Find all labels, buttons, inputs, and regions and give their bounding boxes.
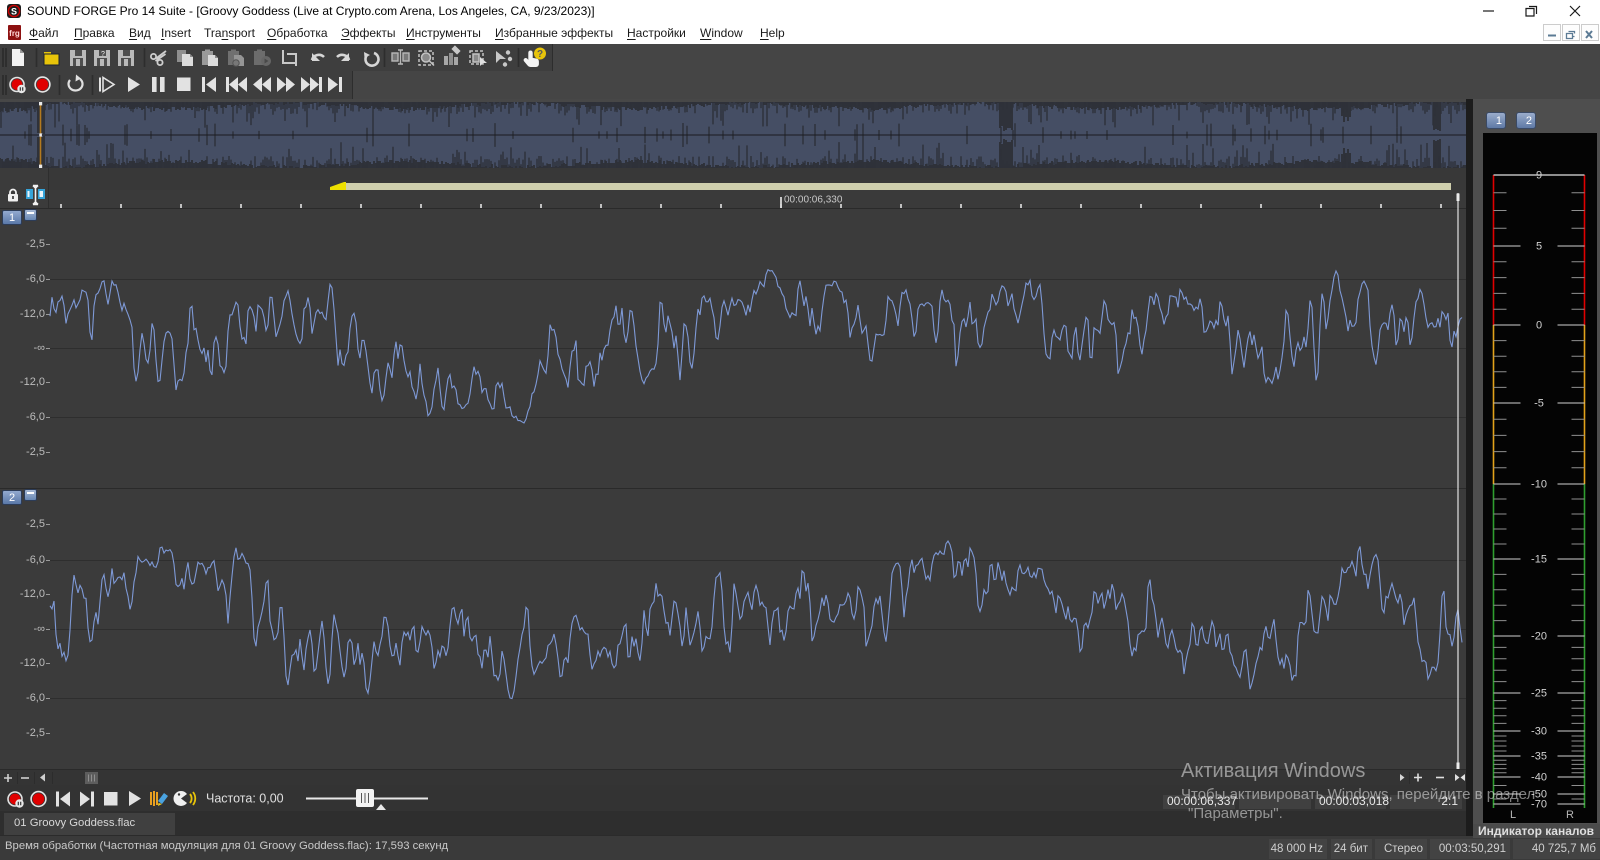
svg-text:-25: -25 xyxy=(1531,688,1547,700)
svg-text:5: 5 xyxy=(1536,241,1542,253)
svg-text:-20: -20 xyxy=(1531,631,1547,643)
svg-text:?: ? xyxy=(537,49,543,60)
svg-text:9: 9 xyxy=(1536,170,1542,182)
svg-text:?: ? xyxy=(101,51,105,58)
svg-text:S: S xyxy=(11,7,17,17)
svg-text:Частота: 0,00: Частота: 0,00 xyxy=(206,792,284,806)
svg-text:frg: frg xyxy=(9,29,20,38)
svg-text:0: 0 xyxy=(1536,320,1542,332)
svg-text:-15: -15 xyxy=(1531,554,1547,566)
svg-text:-5: -5 xyxy=(1534,398,1544,410)
svg-text:-10: -10 xyxy=(1531,479,1547,491)
svg-text:-30: -30 xyxy=(1531,726,1547,738)
svg-text:00:00:06,330: 00:00:06,330 xyxy=(784,195,843,206)
